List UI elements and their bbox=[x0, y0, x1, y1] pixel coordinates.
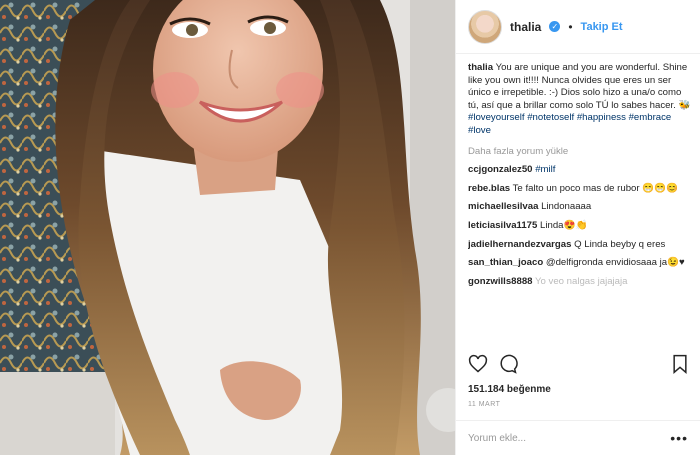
post-date: 11 MART bbox=[468, 401, 501, 408]
list-item: rebe.blas Te falto un poco mas de rubor … bbox=[468, 183, 692, 196]
action-bar bbox=[468, 354, 688, 378]
caption: thalia You are unique and you are wonder… bbox=[468, 62, 692, 138]
hashtag[interactable]: #love bbox=[468, 125, 491, 136]
comments-list[interactable]: thalia You are unique and you are wonder… bbox=[468, 62, 692, 350]
caption-text: You are unique and you are wonderful. Sh… bbox=[468, 62, 691, 111]
post-detail-panel: thalia ✓ • Takip Et thalia You are uniqu… bbox=[455, 0, 700, 455]
caption-username[interactable]: thalia bbox=[468, 62, 493, 73]
hashtag[interactable]: #loveyourself bbox=[468, 112, 525, 123]
post-header: thalia ✓ • Takip Et bbox=[456, 0, 700, 54]
list-item: ccjgonzalez50 #milf bbox=[468, 164, 692, 177]
more-options-icon[interactable]: ••• bbox=[670, 430, 688, 446]
comment-username[interactable]: leticiasilva1175 bbox=[468, 220, 537, 231]
load-more-comments-link[interactable]: Daha fazla yorum yükle bbox=[468, 146, 692, 159]
separator-dot: • bbox=[568, 19, 573, 34]
comment-username[interactable]: gonzwills8888 bbox=[468, 276, 533, 287]
list-item: jadielhernandezvargas Q Linda beyby q er… bbox=[468, 239, 692, 252]
bookmark-icon[interactable] bbox=[672, 354, 688, 379]
hashtag[interactable]: #notetoself bbox=[527, 112, 574, 123]
follow-button[interactable]: Takip Et bbox=[581, 21, 623, 33]
list-item: leticiasilva1175 Linda😍👏 bbox=[468, 220, 692, 233]
list-item: gonzwills8888 Yo veo nalgas jajajaja bbox=[468, 276, 692, 289]
hashtag[interactable]: #happiness bbox=[577, 112, 626, 123]
comment-username[interactable]: san_thian_joaco bbox=[468, 257, 543, 268]
add-comment-bar: Yorum ekle... ••• bbox=[456, 420, 700, 455]
comment-text: Yo veo nalgas jajajaja bbox=[535, 275, 628, 287]
comment-input[interactable]: Yorum ekle... bbox=[468, 433, 670, 444]
post-photo[interactable] bbox=[0, 0, 455, 455]
comment-text: Lindonaaaa bbox=[541, 201, 592, 213]
verified-badge-icon: ✓ bbox=[549, 21, 561, 32]
hashtag[interactable]: #embrace bbox=[629, 112, 672, 123]
comment-username[interactable]: ccjgonzalez50 bbox=[468, 164, 533, 175]
comment-text: @delfigronda envidiosaaa ja😉♥ bbox=[545, 257, 685, 269]
list-item: michaellesilvaa Lindonaaaa bbox=[468, 201, 692, 214]
comment-icon[interactable] bbox=[498, 354, 518, 379]
comment-text: Q Linda beyby q eres bbox=[574, 238, 666, 250]
portrait-image bbox=[0, 0, 455, 455]
comment-username[interactable]: michaellesilvaa bbox=[468, 201, 538, 212]
likes-count[interactable]: 151.184 beğenme bbox=[468, 384, 551, 395]
comment-text: Te falto un poco mas de rubor 😁😁😊 bbox=[512, 182, 679, 194]
comment-username[interactable]: jadielhernandezvargas bbox=[468, 239, 571, 250]
heart-icon[interactable] bbox=[468, 354, 488, 379]
avatar[interactable] bbox=[468, 9, 502, 44]
username[interactable]: thalia bbox=[510, 20, 541, 34]
list-item: san_thian_joaco @delfigronda envidiosaaa… bbox=[468, 257, 692, 270]
comment-text[interactable]: #milf bbox=[535, 164, 555, 175]
comment-text: Linda😍👏 bbox=[540, 219, 588, 231]
comment-username[interactable]: rebe.blas bbox=[468, 183, 510, 194]
